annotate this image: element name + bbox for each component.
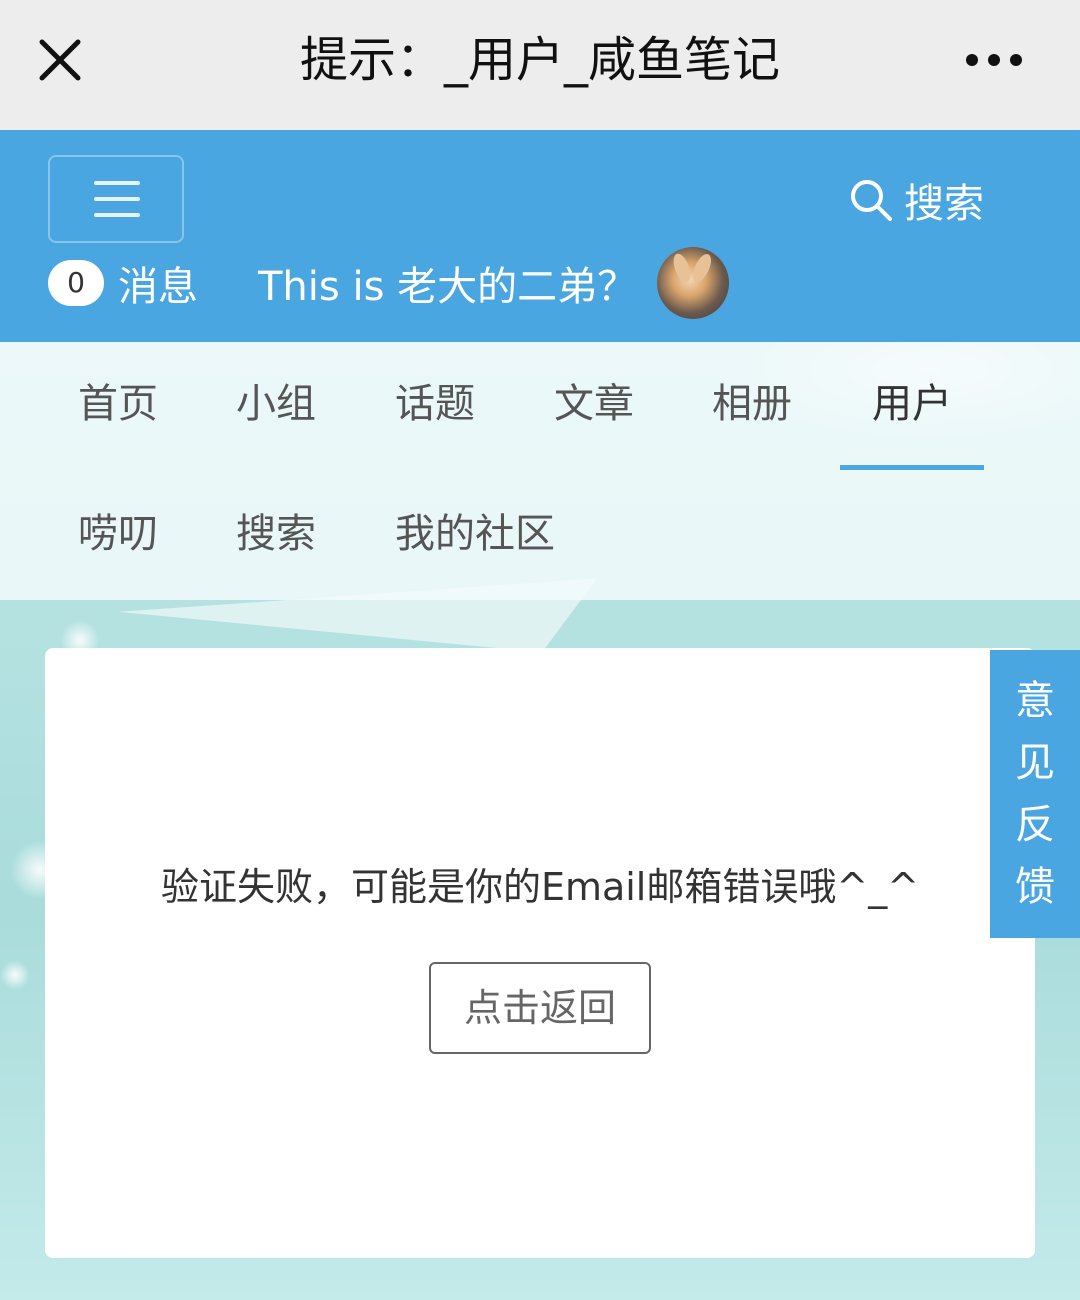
more-horizontal-icon	[966, 54, 1022, 66]
nav-item-users[interactable]: 用户	[872, 374, 952, 434]
feedback-char: 反	[1015, 802, 1055, 848]
background-sparkle	[0, 960, 30, 990]
main-nav: 首页 小组 话题 文章 相册 用户 唠叨 搜索 我的社区	[0, 342, 1080, 600]
feedback-tab[interactable]: 意 见 反 馈	[990, 650, 1080, 938]
user-row: 0 消息 This is 老大的二弟？	[48, 247, 730, 319]
nav-item-chatter[interactable]: 唠叨	[78, 504, 158, 564]
nav-item-search[interactable]: 搜索	[236, 504, 316, 564]
site-header: 搜索 0 消息 This is 老大的二弟？	[0, 130, 1080, 342]
nav-active-indicator	[840, 465, 984, 470]
header-search-button[interactable]: 搜索	[848, 174, 984, 227]
more-options-button[interactable]	[960, 38, 1030, 82]
error-message: 验证失败，可能是你的Email邮箱错误哦^_^	[160, 865, 920, 909]
close-button[interactable]	[30, 30, 90, 90]
nav-item-articles[interactable]: 文章	[554, 374, 634, 434]
feedback-char: 馈	[1015, 864, 1055, 910]
nav-item-my-community[interactable]: 我的社区	[395, 504, 555, 564]
feedback-char: 意	[1015, 678, 1055, 724]
app-titlebar: 提示：_用户_咸鱼笔记	[0, 0, 1080, 130]
username-link[interactable]: This is 老大的二弟？	[258, 254, 637, 312]
header-search-label: 搜索	[904, 181, 984, 227]
message-count-badge[interactable]: 0	[48, 260, 104, 306]
menu-toggle-button[interactable]	[48, 155, 184, 243]
back-button[interactable]: 点击返回	[429, 962, 651, 1054]
nav-item-home[interactable]: 首页	[78, 374, 158, 434]
avatar[interactable]	[657, 247, 730, 319]
nav-item-topics[interactable]: 话题	[395, 374, 475, 434]
search-icon	[851, 180, 892, 221]
messages-link[interactable]: 消息	[118, 254, 198, 312]
feedback-char: 见	[1015, 740, 1055, 786]
nav-item-albums[interactable]: 相册	[712, 374, 792, 434]
close-icon	[39, 39, 81, 81]
nav-item-groups[interactable]: 小组	[236, 374, 316, 434]
message-card: 验证失败，可能是你的Email邮箱错误哦^_^ 点击返回	[45, 648, 1035, 1258]
page-title: 提示：_用户_咸鱼笔记	[299, 32, 780, 88]
